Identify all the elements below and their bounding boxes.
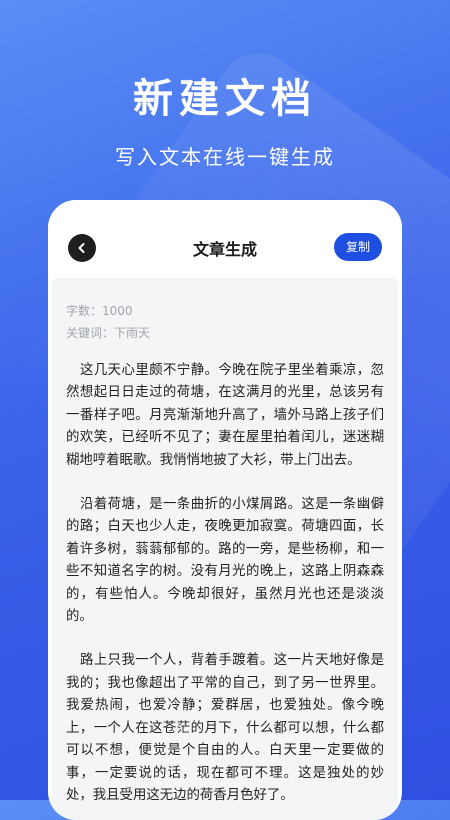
hero-title: 新建文档: [133, 76, 317, 122]
word-count: 字数：1000: [66, 304, 133, 318]
article-paragraph: 路上只我一个人，背着手踱着。这一片天地好像是我的；我也像超出了平常的自己，到了另…: [66, 653, 384, 803]
keywords: 关键词：下雨天: [66, 326, 151, 340]
article-paragraph: 沿着荷塘，是一条曲折的小煤屑路。这是一条幽僻的路；白天也少人走，夜晚更加寂寞。荷…: [66, 497, 384, 625]
article-panel: 字数：1000 关键词：下雨天 这几天心里颇不宁静。今晚在院子里坐着乘凉，忽然想…: [52, 278, 398, 820]
article-body: 这几天心里颇不宁静。今晚在院子里坐着乘凉，忽然想起日日走过的荷塘，在这满月的光里…: [66, 360, 384, 807]
hero-subtitle: 写入文本在线一键生成: [115, 145, 335, 169]
phone-mockup: 文章生成 复制 字数：1000 关键词：下雨天 这几天心里颇不宁静。今晚在院子里…: [48, 200, 402, 820]
copy-button[interactable]: 复制: [334, 233, 382, 261]
article-paragraph: 这几天心里颇不宁静。今晚在院子里坐着乘凉，忽然想起日日走过的荷塘，在这满月的光里…: [66, 363, 384, 468]
top-bar: 文章生成 复制: [48, 200, 402, 278]
